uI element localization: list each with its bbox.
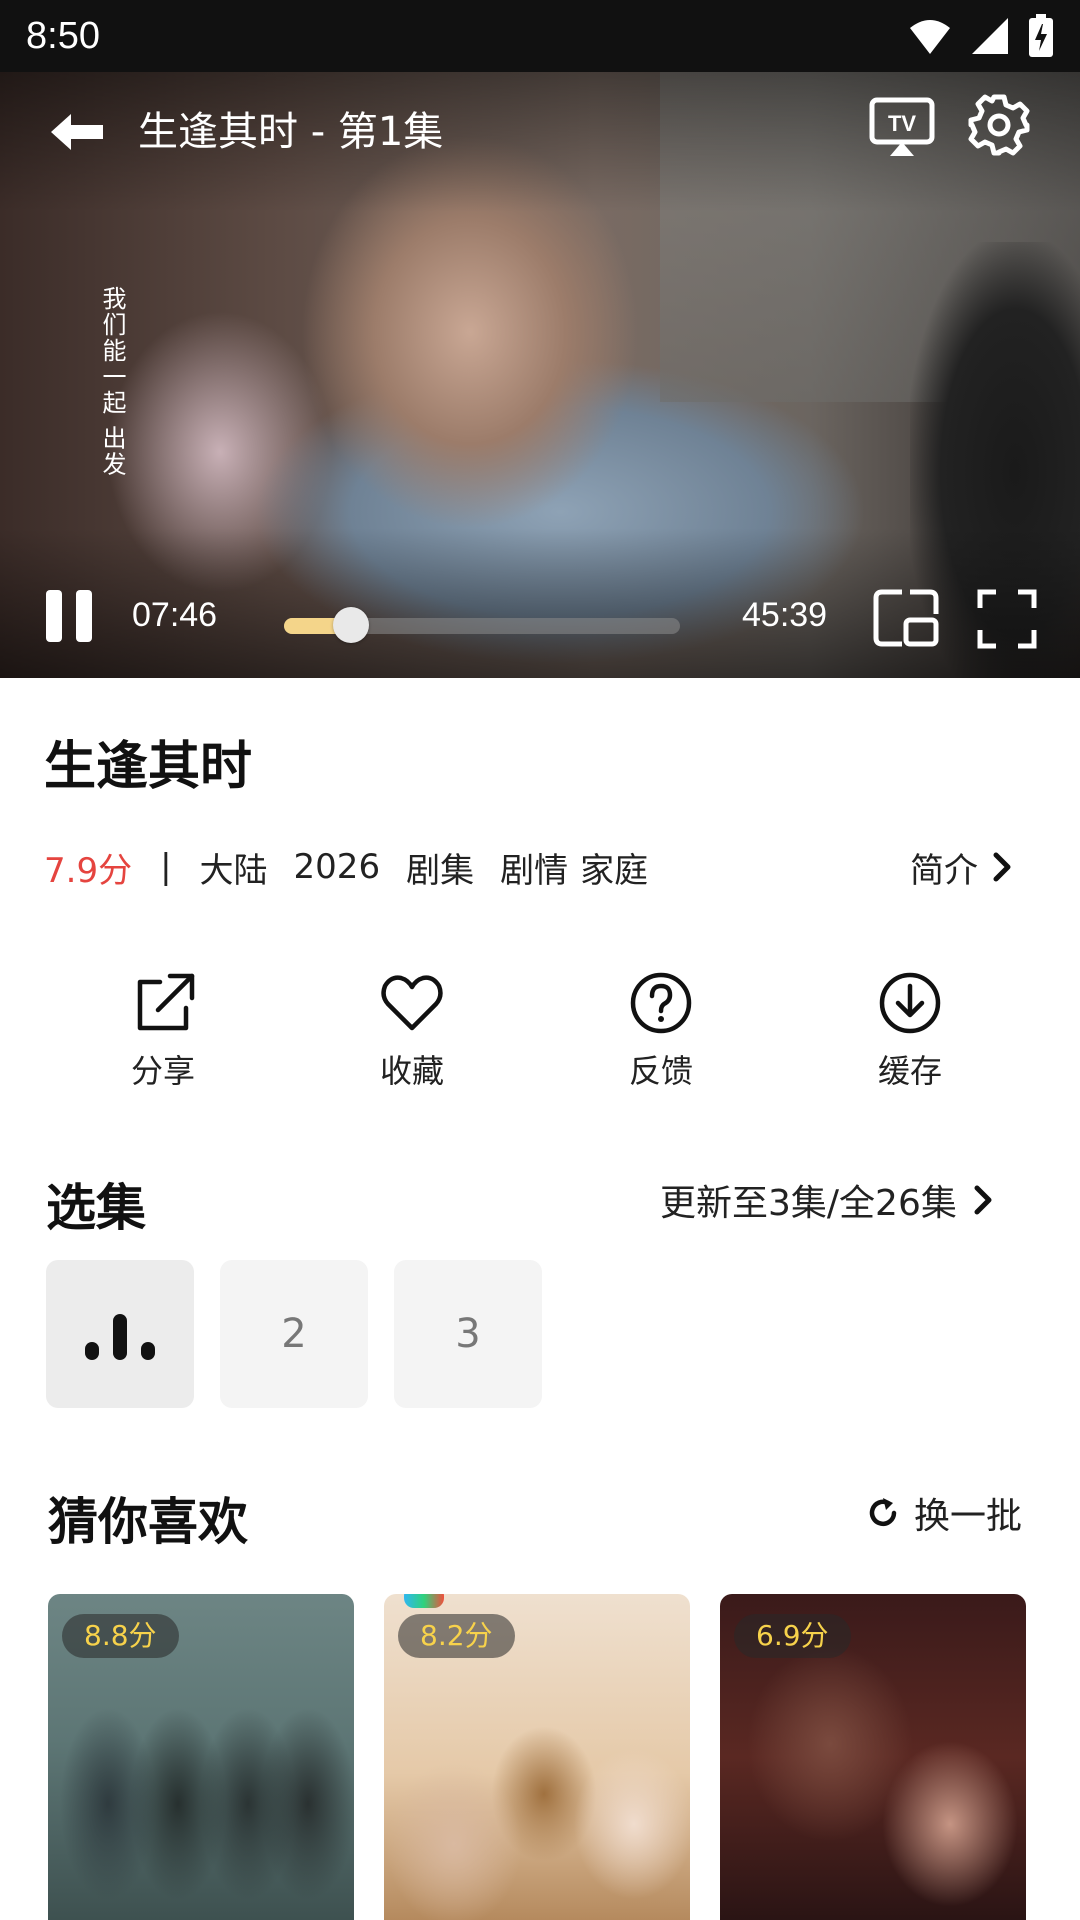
- question-icon: [630, 972, 692, 1034]
- download-label: 缓存: [877, 1052, 942, 1090]
- show-title: 生逢其时: [44, 737, 253, 797]
- share-icon: [137, 973, 195, 1031]
- tv-cast-icon: TV: [869, 97, 935, 156]
- meta-type: 剧集: [406, 850, 475, 891]
- score-badge: 6.9分: [734, 1614, 851, 1658]
- status-icons: [908, 14, 1054, 58]
- arrow-left-icon: [51, 114, 103, 150]
- refresh-icon: [869, 1498, 897, 1527]
- meta-separator: |: [160, 847, 172, 887]
- meta-row: 7.9分 | 大陆 2026 剧集 剧情 家庭: [44, 844, 674, 891]
- svg-text:TV: TV: [888, 111, 916, 136]
- action-row: 分享 收藏 反馈 缓存: [0, 970, 1080, 1100]
- fullscreen-button[interactable]: [976, 588, 1038, 650]
- duration: 45:39: [742, 596, 828, 634]
- picture-in-picture-icon: [873, 589, 939, 647]
- episode-item-2[interactable]: 2: [220, 1260, 368, 1408]
- download-button[interactable]: 缓存: [840, 970, 980, 1100]
- pip-button[interactable]: [872, 588, 940, 648]
- share-label: 分享: [130, 1052, 195, 1090]
- pause-icon: [46, 590, 62, 642]
- meta-region: 大陆: [199, 850, 268, 891]
- recommend-card[interactable]: 8.8分: [48, 1594, 354, 1920]
- recommend-card[interactable]: 8.2分: [384, 1594, 690, 1920]
- current-time: 07:46: [132, 596, 218, 634]
- feedback-button[interactable]: 反馈: [591, 970, 731, 1100]
- episodes-update-link[interactable]: 更新至3集/全26集: [660, 1174, 993, 1226]
- player-subtitle: 我们能一起 出发: [98, 286, 126, 478]
- playing-bars-icon: [85, 1308, 155, 1360]
- score: 7.9分: [44, 850, 133, 891]
- player-title: 生逢其时 - 第1集: [138, 109, 444, 155]
- favorite-button[interactable]: 收藏: [342, 970, 482, 1100]
- fullscreen-icon: [977, 589, 1037, 649]
- episodes-title: 选集: [46, 1179, 146, 1237]
- signal-icon: [972, 18, 1008, 54]
- back-button[interactable]: [44, 100, 108, 164]
- feedback-label: 反馈: [628, 1052, 693, 1090]
- video-player[interactable]: 生逢其时 - 第1集 TV 我们能一起 出发 07:46 45:39: [0, 72, 1080, 678]
- status-bar: 8:50: [0, 0, 1080, 72]
- battery-charging-icon: [1029, 14, 1053, 57]
- share-button[interactable]: 分享: [93, 970, 233, 1100]
- gear-icon: [968, 94, 1030, 156]
- meta-genre: 剧情: [500, 850, 569, 891]
- intro-link[interactable]: 简介: [910, 842, 1012, 892]
- intro-label: 简介: [910, 850, 978, 891]
- meta-year: 2026: [293, 847, 381, 887]
- progress-bar[interactable]: [284, 607, 680, 643]
- wifi-icon: [910, 20, 950, 54]
- recommend-card[interactable]: 6.9分: [720, 1594, 1026, 1920]
- progress-thumb[interactable]: [333, 607, 370, 643]
- refresh-button[interactable]: 换一批: [866, 1486, 1022, 1540]
- chevron-right-icon: [974, 1185, 992, 1215]
- favorite-label: 收藏: [379, 1052, 444, 1090]
- settings-button[interactable]: [966, 92, 1032, 158]
- chevron-right-icon: [993, 852, 1011, 882]
- refresh-label: 换一批: [914, 1496, 1023, 1537]
- tv-cast-button[interactable]: TV: [868, 94, 936, 162]
- meta-genre: 家庭: [580, 850, 649, 891]
- score-badge: 8.2分: [398, 1614, 515, 1658]
- episode-item-1[interactable]: [46, 1260, 194, 1408]
- episodes-update-text: 更新至3集/全26集: [660, 1183, 957, 1224]
- download-icon: [879, 972, 941, 1034]
- heart-icon: [381, 975, 443, 1031]
- recommend-title: 猜你喜欢: [48, 1493, 248, 1551]
- score-badge: 8.8分: [62, 1614, 179, 1658]
- status-time: 8:50: [26, 14, 100, 57]
- episode-item-3[interactable]: 3: [394, 1260, 542, 1408]
- pause-button[interactable]: [46, 590, 96, 650]
